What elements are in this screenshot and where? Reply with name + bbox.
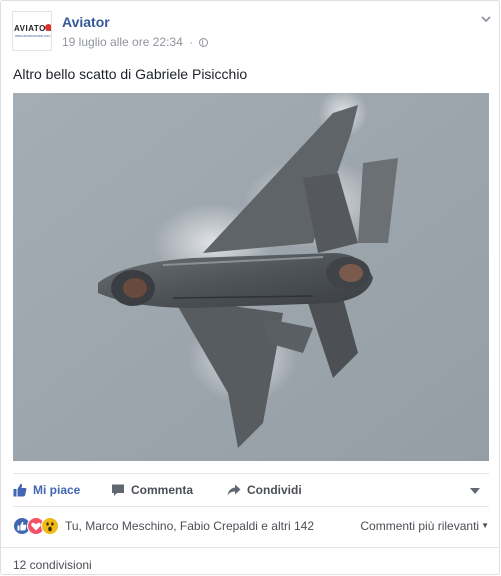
reaction-icons[interactable]	[13, 517, 63, 535]
page-name-link[interactable]: Aviator	[62, 14, 110, 30]
wow-icon	[41, 517, 59, 535]
reactions-row: Tu, Marco Meschino, Fabio Crepaldi e alt…	[13, 515, 489, 537]
post-photo[interactable]	[13, 93, 489, 461]
like-button[interactable]: Mi piace	[13, 474, 80, 507]
action-bar: Mi piace Commenta Condividi	[13, 473, 489, 507]
post-timestamp[interactable]: 19 luglio alle ore 22:34	[62, 35, 183, 49]
fighter-jet-image	[13, 93, 489, 461]
sort-label: Commenti più rilevanti	[360, 519, 480, 533]
comment-label: Commenta	[131, 483, 194, 497]
like-label: Mi piace	[33, 483, 81, 497]
comment-button[interactable]: Commenta	[111, 474, 193, 507]
meta-separator: ·	[189, 35, 194, 49]
share-button[interactable]: Condividi	[227, 474, 302, 507]
logo-target-icon	[45, 24, 51, 31]
share-label: Condividi	[247, 483, 302, 497]
share-icon	[227, 484, 241, 496]
chevron-down-icon[interactable]	[480, 13, 492, 25]
post-meta: 19 luglio alle ore 22:34 ·	[62, 35, 209, 49]
page-avatar[interactable]: AVIATOR www.aviatorsocial.com	[12, 11, 52, 51]
caret-down-icon: ▼	[481, 521, 489, 530]
post-card: AVIATOR www.aviatorsocial.com Aviator 19…	[0, 0, 500, 575]
globe-icon[interactable]	[199, 38, 209, 47]
reactors-summary[interactable]: Tu, Marco Meschino, Fabio Crepaldi e alt…	[65, 519, 314, 533]
chevron-down-icon[interactable]	[469, 487, 481, 495]
avatar-logo-sub: www.aviatorsocial.com	[15, 34, 51, 38]
shares-count-link[interactable]: 12 condivisioni	[13, 558, 92, 572]
thumbs-up-icon	[13, 483, 27, 497]
post-text: Altro bello scatto di Gabriele Pisicchio	[13, 66, 248, 82]
comment-icon	[112, 484, 124, 496]
divider	[1, 547, 500, 548]
post-header: AVIATOR www.aviatorsocial.com Aviator 19…	[12, 11, 492, 55]
comment-sort-dropdown[interactable]: Commenti più rilevanti ▼	[360, 519, 489, 533]
